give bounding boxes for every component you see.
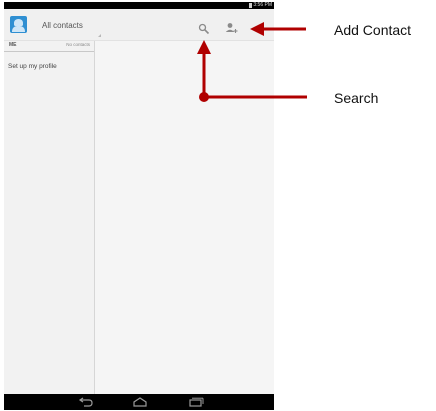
sidebar: ME No contacts Set up my profile: [4, 41, 95, 394]
me-section-header: ME No contacts: [4, 41, 94, 52]
navigation-bar: [4, 394, 274, 410]
add-contact-icon[interactable]: [225, 22, 238, 35]
tablet-screen: 3:56 PM All contacts ME No contacts Set …: [4, 2, 274, 410]
screenshot-root: 3:56 PM All contacts ME No contacts Set …: [0, 0, 436, 411]
add-contact-annotation: Add Contact: [334, 22, 412, 38]
status-bar: 3:56 PM: [4, 2, 274, 9]
action-bar: All contacts: [4, 9, 274, 41]
status-time: 3:56 PM: [253, 2, 272, 8]
action-bar-title[interactable]: All contacts: [42, 21, 83, 30]
me-contact-count: No contacts: [66, 42, 90, 47]
dropdown-indicator-icon: [98, 34, 101, 37]
search-icon[interactable]: [198, 23, 210, 35]
contacts-app-icon[interactable]: [10, 16, 27, 33]
me-label: ME: [9, 42, 17, 48]
back-icon[interactable]: [78, 397, 94, 407]
recent-apps-icon[interactable]: [188, 397, 204, 407]
contact-detail-pane: [95, 41, 274, 394]
home-icon[interactable]: [132, 397, 148, 407]
search-annotation: Search: [334, 90, 379, 106]
set-up-profile-link[interactable]: Set up my profile: [8, 63, 57, 70]
battery-icon: [249, 3, 252, 8]
